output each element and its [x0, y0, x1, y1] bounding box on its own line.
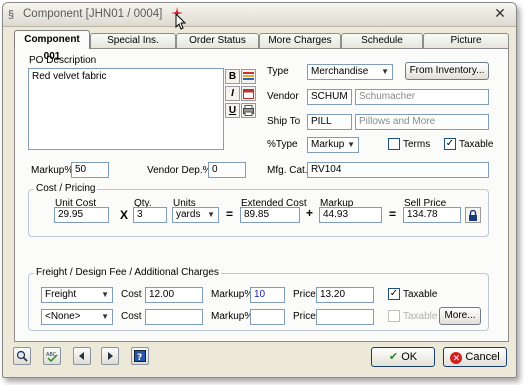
terms-checkbox[interactable]	[388, 138, 400, 150]
vendor-name-field: Schumacher	[355, 89, 489, 105]
freight-type-value-1: Freight	[45, 289, 77, 300]
units-value: yards	[176, 209, 201, 220]
chevron-down-icon: ▼	[347, 140, 355, 149]
freight-taxable-label-2: Taxable	[403, 311, 438, 322]
freight-taxable-checkbox-1[interactable]: ✓	[388, 288, 400, 300]
close-icon[interactable]: ✕	[492, 6, 508, 22]
freight-cost-label-1: Cost	[121, 289, 142, 300]
cost-pricing-label: Cost / Pricing	[34, 183, 98, 194]
cancel-button[interactable]: ✕ Cancel	[443, 347, 507, 367]
freight-price-field-1[interactable]: 13.20	[316, 287, 374, 303]
freight-cost-label-2: Cost	[121, 311, 142, 322]
freight-cost-field-1[interactable]: 12.00	[145, 287, 203, 303]
terms-label: Terms	[403, 139, 431, 150]
more-button[interactable]: More...	[439, 307, 481, 325]
chevron-down-icon: ▼	[381, 67, 389, 76]
times-operator: X	[120, 208, 129, 222]
po-description-label: PO Description	[29, 55, 97, 66]
title-bar: § Component [JHN01 / 0004] ✕	[3, 3, 516, 27]
mfg-cat-field[interactable]: RV104	[307, 162, 489, 178]
help-icon[interactable]: ?	[131, 347, 149, 365]
vendor-label: Vendor	[267, 91, 299, 102]
equals-operator-2: =	[389, 207, 397, 221]
tab-schedule[interactable]: Schedule	[341, 33, 423, 48]
freight-markup-field-2[interactable]	[250, 309, 285, 325]
markup-field[interactable]: 44.93	[319, 207, 382, 223]
calendar-icon[interactable]	[241, 86, 256, 101]
italic-button[interactable]: I	[225, 86, 240, 101]
component-dialog: § Component [JHN01 / 0004] ✕ Component 0…	[2, 2, 517, 378]
plus-operator: +	[306, 206, 314, 220]
freight-markup-label-2: Markup%	[211, 311, 254, 322]
chevron-down-icon: ▼	[207, 210, 215, 219]
tab-more-charges[interactable]: More Charges	[259, 33, 341, 48]
bold-button[interactable]: B	[225, 69, 240, 84]
ship-to-code-field[interactable]: PILL	[307, 114, 352, 130]
po-description-textarea[interactable]: Red velvet fabric	[28, 68, 224, 150]
mfg-cat-label: Mfg. Cat.	[267, 165, 308, 176]
freight-group-label: Freight / Design Fee / Additional Charge…	[34, 267, 221, 278]
vendor-dep-field[interactable]: 0	[208, 162, 246, 178]
sell-price-field[interactable]: 134.78	[403, 207, 461, 223]
pct-type-label: %Type	[267, 139, 298, 150]
previous-arrow-icon[interactable]	[73, 347, 91, 365]
ship-to-name-field: Pillows and More	[355, 114, 489, 130]
lock-icon[interactable]	[465, 207, 481, 223]
vendor-code-field[interactable]: SCHUM	[307, 89, 352, 105]
markup-pct-label: Markup%	[31, 165, 74, 176]
tab-component[interactable]: Component 001	[14, 30, 90, 62]
next-arrow-icon[interactable]	[101, 347, 119, 365]
chevron-down-icon: ▼	[101, 312, 109, 321]
taxable-label: Taxable	[459, 139, 494, 150]
unit-cost-field[interactable]: 29.95	[54, 207, 109, 223]
extended-cost-field: 89.85	[240, 207, 300, 223]
vendor-dep-label: Vendor Dep.%	[147, 165, 212, 176]
cancel-icon: ✕	[450, 352, 463, 364]
chevron-down-icon: ▼	[101, 290, 109, 299]
markup-pct-field[interactable]: 50	[71, 162, 109, 178]
tab-picture[interactable]: Picture	[423, 33, 509, 48]
mouse-cursor-icon	[175, 13, 187, 30]
window-title: Component [JHN01 / 0004]	[23, 8, 163, 20]
print-icon[interactable]	[241, 103, 256, 118]
units-select[interactable]: yards ▼	[172, 207, 219, 223]
ship-to-label: Ship To	[267, 116, 301, 127]
spell-check-icon[interactable]: ABC	[43, 347, 61, 365]
tab-order-status[interactable]: Order Status	[176, 33, 259, 48]
freight-cost-field-2[interactable]	[145, 309, 203, 325]
color-lines-icon[interactable]	[241, 69, 256, 84]
freight-markup-label-1: Markup%	[211, 289, 254, 300]
freight-taxable-checkbox-2	[388, 310, 400, 322]
freight-markup-field-1[interactable]: 10	[250, 287, 285, 303]
check-icon: ✔	[388, 351, 399, 363]
freight-type-select-2[interactable]: <None> ▼	[41, 309, 113, 325]
freight-price-field-2[interactable]	[316, 309, 374, 325]
ok-button[interactable]: ✔ OK	[371, 347, 435, 367]
pct-type-select[interactable]: Markup ▼	[307, 137, 359, 153]
app-icon: §	[8, 9, 15, 21]
type-select-value: Merchandise	[311, 66, 369, 77]
zoom-icon[interactable]	[13, 347, 31, 365]
freight-type-select-1[interactable]: Freight ▼	[41, 287, 113, 303]
cancel-label: Cancel	[465, 351, 500, 363]
taxable-checkbox[interactable]: ✓	[444, 138, 456, 150]
qty-field[interactable]: 3	[133, 207, 167, 223]
type-label: Type	[267, 66, 289, 77]
svg-text:?: ?	[137, 353, 142, 362]
freight-price-label-2: Price	[293, 311, 316, 322]
freight-type-value-2: <None>	[45, 311, 81, 322]
tab-special-ins[interactable]: Special Ins.	[90, 33, 176, 48]
type-select[interactable]: Merchandise ▼	[307, 64, 393, 80]
freight-taxable-label-1: Taxable	[403, 289, 438, 300]
ok-label: OK	[401, 351, 418, 363]
from-inventory-button[interactable]: From Inventory...	[405, 62, 489, 80]
freight-price-label-1: Price	[293, 289, 316, 300]
pct-type-value: Markup	[311, 139, 345, 150]
underline-button[interactable]: U	[225, 103, 240, 118]
equals-operator: =	[226, 207, 234, 221]
